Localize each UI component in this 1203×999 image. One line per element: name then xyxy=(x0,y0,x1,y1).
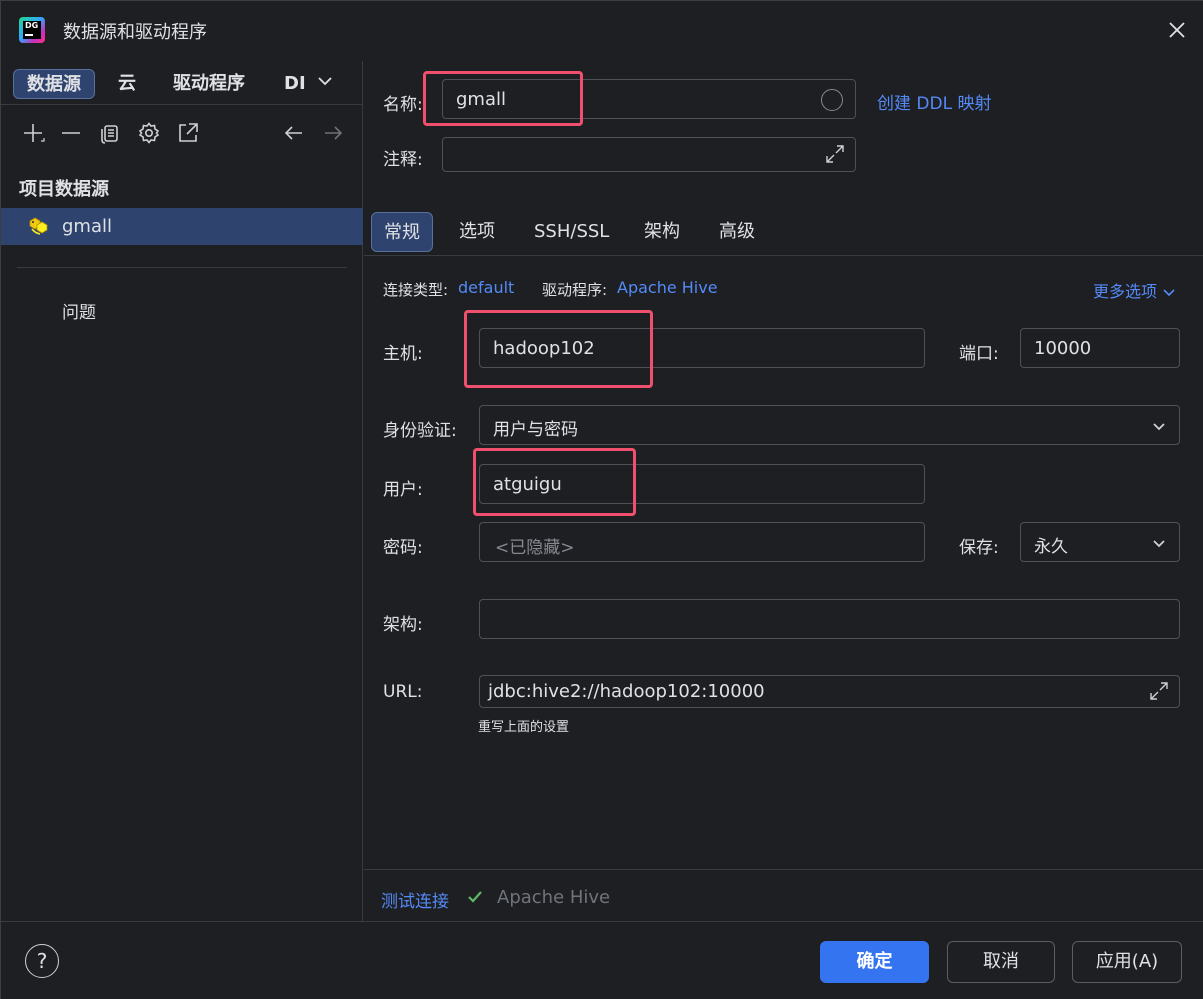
datasource-item-gmall[interactable]: gmall xyxy=(1,208,363,245)
export-icon xyxy=(179,123,198,142)
host-value: hadoop102 xyxy=(493,338,595,359)
hive-icon xyxy=(29,217,48,235)
connection-type-label: 连接类型: xyxy=(383,281,449,299)
expand-icon xyxy=(826,145,844,163)
auth-value: 用户与密码 xyxy=(493,420,578,440)
close-button[interactable] xyxy=(1165,19,1189,43)
tab-options[interactable]: 选项 xyxy=(459,212,495,252)
title-bar: DG 数据源和驱动程序 xyxy=(1,1,1203,61)
chevron-down-icon xyxy=(1153,540,1165,548)
url-label: URL: xyxy=(383,682,423,702)
export-button[interactable] xyxy=(176,121,200,145)
name-field[interactable]: gmall xyxy=(442,79,856,119)
dialog-footer: ? 确定 取消 应用(A) xyxy=(1,921,1203,999)
user-label: 用户: xyxy=(383,480,423,500)
apply-button[interactable]: 应用(A) xyxy=(1072,941,1182,983)
left-toolbar xyxy=(1,119,363,149)
left-panel: 数据源 云 驱动程序 DI 项目数据源 gmall 问题 xyxy=(1,61,363,921)
tab-ssh-ssl[interactable]: SSH/SSL xyxy=(534,212,609,252)
more-tabs-button[interactable] xyxy=(315,71,335,95)
datasource-label: gmall xyxy=(62,216,112,237)
port-value: 10000 xyxy=(1034,338,1092,359)
dialog-window: DG 数据源和驱动程序 数据源 云 驱动程序 DI 项目数据源 gmall 问题… xyxy=(0,0,1203,999)
left-tabs: 数据源 云 驱动程序 DI xyxy=(1,61,363,105)
connection-result: Apache Hive xyxy=(497,887,611,908)
save-select[interactable]: 永久 xyxy=(1020,522,1180,562)
chevron-down-icon xyxy=(1153,423,1165,431)
host-label: 主机: xyxy=(383,344,423,364)
status-bar: 测试连接 Apache Hive xyxy=(364,869,1203,921)
password-placeholder: <已隐藏> xyxy=(495,538,575,558)
remove-button[interactable] xyxy=(59,121,83,145)
chevron-down-icon xyxy=(1163,288,1175,296)
back-arrow-icon xyxy=(284,126,302,140)
save-value: 永久 xyxy=(1034,537,1068,557)
port-label: 端口: xyxy=(959,344,999,364)
close-icon xyxy=(1169,22,1185,38)
url-field[interactable]: jdbc:hive2://hadoop102:10000 xyxy=(479,675,1180,708)
user-field[interactable]: atguigu xyxy=(479,464,925,504)
logo-text: DG xyxy=(23,21,41,39)
back-button[interactable] xyxy=(282,121,306,145)
problems-item[interactable]: 问题 xyxy=(62,298,96,323)
add-button[interactable] xyxy=(21,121,45,145)
add-icon xyxy=(24,124,45,142)
name-label: 名称: xyxy=(383,95,423,115)
copy-button[interactable] xyxy=(98,121,122,145)
tab-advanced[interactable]: 高级 xyxy=(719,212,755,252)
driver-link[interactable]: Apache Hive xyxy=(617,278,718,297)
expand-comment-button[interactable] xyxy=(823,142,847,166)
name-value: gmall xyxy=(456,89,506,110)
password-label: 密码: xyxy=(383,538,423,558)
more-options-link[interactable]: 更多选项 xyxy=(1093,278,1176,302)
more-options-label: 更多选项 xyxy=(1093,282,1158,301)
test-connection-link[interactable]: 测试连接 xyxy=(381,887,449,912)
color-circle-icon[interactable] xyxy=(821,89,843,111)
ok-button[interactable]: 确定 xyxy=(820,941,929,983)
schema-label: 架构: xyxy=(383,615,423,635)
expand-icon xyxy=(1150,682,1168,700)
copy-icon xyxy=(101,125,118,144)
password-field[interactable]: <已隐藏> xyxy=(479,522,925,562)
tab-datasources[interactable]: 数据源 xyxy=(13,69,95,99)
forward-button[interactable] xyxy=(321,121,345,145)
user-value: atguigu xyxy=(493,474,562,495)
chevron-down-icon xyxy=(318,77,332,86)
datagrip-logo-icon: DG xyxy=(19,17,45,43)
comment-field[interactable] xyxy=(442,137,856,172)
tab-ddl[interactable]: DI xyxy=(284,69,306,99)
forward-arrow-icon xyxy=(325,126,343,140)
success-check-icon xyxy=(466,888,484,906)
window-title: 数据源和驱动程序 xyxy=(63,22,207,43)
gear-icon xyxy=(138,122,160,144)
tab-drivers[interactable]: 驱动程序 xyxy=(173,69,245,99)
tab-general[interactable]: 常规 xyxy=(371,212,433,252)
tab-schemas[interactable]: 架构 xyxy=(644,212,680,252)
schema-field[interactable] xyxy=(479,599,1180,639)
save-label: 保存: xyxy=(959,538,999,558)
auth-select[interactable]: 用户与密码 xyxy=(479,405,1180,445)
host-field[interactable]: hadoop102 xyxy=(479,328,925,368)
connection-type-link[interactable]: default xyxy=(458,278,514,297)
project-datasources-heading: 项目数据源 xyxy=(19,179,109,200)
settings-button[interactable] xyxy=(137,121,161,145)
auth-dropdown-button[interactable] xyxy=(1151,418,1167,434)
right-panel: 名称: gmall 创建 DDL 映射 注释: 常规 选项 SSH/SSL 架构… xyxy=(364,61,1203,921)
tab-cloud[interactable]: 云 xyxy=(118,69,136,99)
create-ddl-mapping-link[interactable]: 创建 DDL 映射 xyxy=(877,89,991,114)
driver-label: 驱动程序: xyxy=(542,281,608,299)
expand-url-button[interactable] xyxy=(1147,679,1171,703)
divider xyxy=(17,267,347,268)
settings-tabs: 常规 选项 SSH/SSL 架构 高级 xyxy=(364,204,1203,256)
comment-label: 注释: xyxy=(383,150,423,170)
remove-icon xyxy=(62,132,80,134)
cancel-button[interactable]: 取消 xyxy=(947,941,1055,983)
port-field[interactable]: 10000 xyxy=(1020,328,1180,368)
auth-label: 身份验证: xyxy=(383,421,457,441)
help-button[interactable]: ? xyxy=(25,944,59,978)
save-dropdown-button[interactable] xyxy=(1151,535,1167,551)
url-value: jdbc:hive2://hadoop102:10000 xyxy=(488,681,765,702)
url-override-hint: 重写上面的设置 xyxy=(478,720,570,735)
